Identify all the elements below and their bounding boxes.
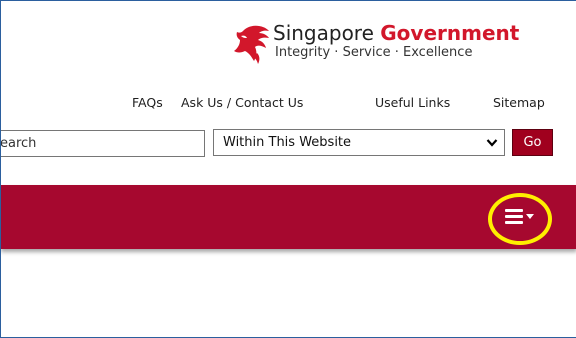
- ask-us-contact-link[interactable]: Ask Us / Contact Us: [181, 95, 303, 110]
- search-scope-value: Within This Website: [223, 135, 352, 150]
- brand-government: Government: [380, 21, 520, 45]
- useful-links-link[interactable]: Useful Links: [375, 95, 450, 110]
- faqs-link[interactable]: FAQs: [132, 95, 163, 110]
- chevron-down-icon: [486, 139, 498, 147]
- annotation-highlight-circle: [488, 193, 552, 245]
- lion-head-icon: [234, 25, 269, 64]
- search-input[interactable]: earch: [0, 130, 205, 157]
- search-placeholder: earch: [0, 136, 37, 151]
- browser-frame: Singapore Government Integrity · Service…: [0, 0, 576, 338]
- search-scope-select[interactable]: Within This Website: [213, 129, 505, 156]
- brand-name: Singapore Government: [273, 21, 519, 45]
- go-button[interactable]: Go: [512, 129, 553, 156]
- singapore-government-logo[interactable]: Singapore Government Integrity · Service…: [233, 21, 563, 71]
- brand-tagline: Integrity · Service · Excellence: [275, 45, 473, 60]
- brand-singapore: Singapore: [273, 21, 374, 45]
- sitemap-link[interactable]: Sitemap: [493, 95, 545, 110]
